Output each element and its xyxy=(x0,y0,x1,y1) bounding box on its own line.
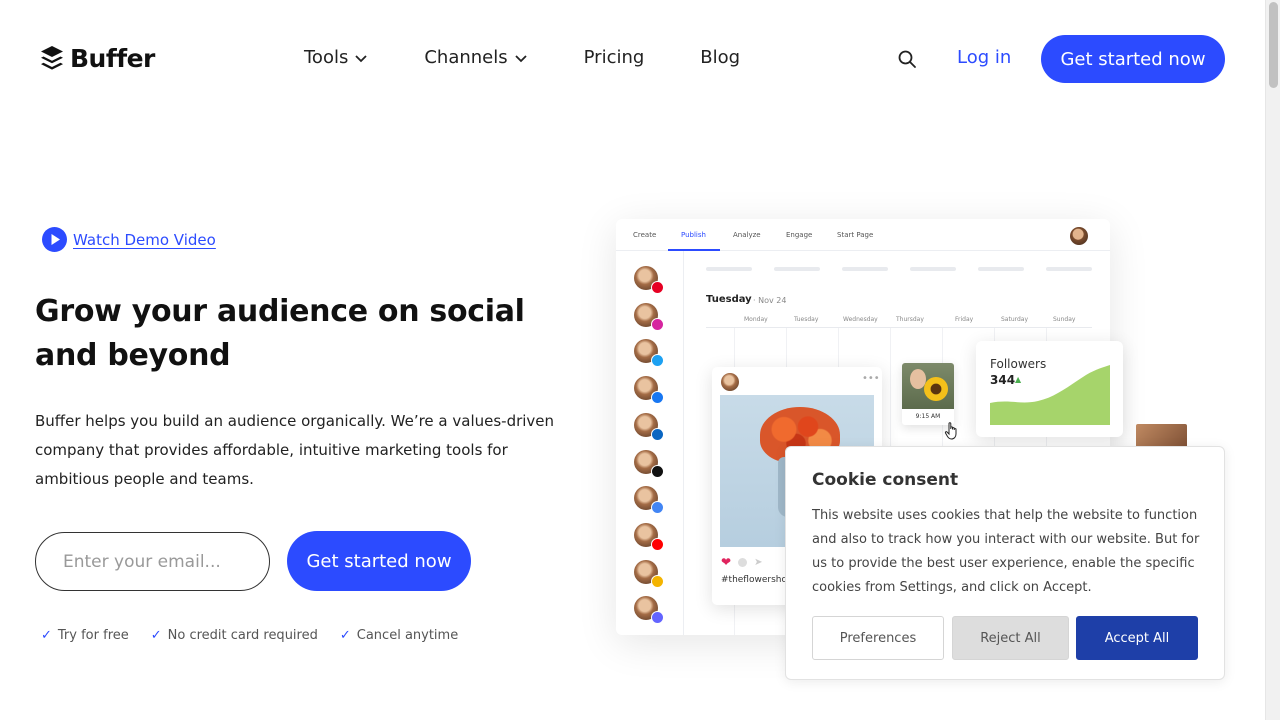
nav-channels-label: Channels xyxy=(424,47,508,68)
cookie-description: This website uses cookies that help the … xyxy=(812,508,1200,595)
header-get-started-button[interactable]: Get started now xyxy=(1041,35,1225,83)
more-icon: ••• xyxy=(862,373,880,384)
perk-item: ✓ Cancel anytime xyxy=(340,628,458,643)
cookie-title: Cookie consent xyxy=(812,470,959,490)
check-icon: ✓ xyxy=(150,628,162,643)
check-icon: ✓ xyxy=(41,628,52,643)
channel-avatar-twitter xyxy=(634,339,664,367)
perks-list: ✓ Try for free ✓ No credit card required… xyxy=(41,628,458,643)
buffer-logo[interactable]: Buffer xyxy=(40,44,155,73)
followers-card: Followers 344 ▲ xyxy=(976,341,1123,437)
channel-avatar-youtube xyxy=(634,523,664,551)
mock-day: Tuesday xyxy=(706,294,752,305)
login-link[interactable]: Log in xyxy=(957,47,1011,68)
comment-icon xyxy=(738,557,748,567)
mock-channel-sidebar xyxy=(616,251,684,635)
chevron-down-icon xyxy=(514,54,527,62)
cookie-preferences-button[interactable]: Preferences xyxy=(812,616,944,660)
play-icon xyxy=(42,227,67,252)
weekday-label: Wednesday xyxy=(843,316,878,323)
followers-count: 344 xyxy=(990,373,1016,387)
start-page-icon xyxy=(651,575,664,588)
perk-label: Cancel anytime xyxy=(356,628,459,643)
nav-blog[interactable]: Blog xyxy=(700,47,740,68)
channel-avatar-mastodon xyxy=(634,596,664,624)
main-nav: Tools Channels Pricing Blog xyxy=(304,47,796,68)
hand-cursor-icon xyxy=(944,422,957,440)
mock-date-value: Nov 24 xyxy=(758,296,787,305)
nav-channels[interactable]: Channels xyxy=(424,47,527,68)
google-business-icon xyxy=(651,501,664,514)
mastodon-icon xyxy=(651,611,664,624)
linkedin-icon xyxy=(651,428,664,441)
perk-label: No credit card required xyxy=(167,628,318,643)
search-icon[interactable] xyxy=(897,49,917,69)
mock-tab-create: Create xyxy=(633,231,657,239)
channel-avatar-start-page xyxy=(634,560,664,588)
post-reactions: ❤ ➤ xyxy=(721,555,762,569)
perk-item: ✓ No credit card required xyxy=(151,628,318,643)
scrollbar-thumb[interactable] xyxy=(1269,2,1278,88)
youtube-icon xyxy=(651,538,664,551)
channel-avatar-tiktok xyxy=(634,450,664,478)
nav-pricing[interactable]: Pricing xyxy=(584,47,645,68)
perk-label: Try for free xyxy=(57,628,129,643)
post-hashtag: #theflowershop xyxy=(721,575,793,585)
mock-tab-engage: Engage xyxy=(786,231,813,239)
perk-item: ✓ Try for free xyxy=(41,628,129,643)
weekday-label: Sunday xyxy=(1053,316,1076,323)
nav-tools-label: Tools xyxy=(304,47,349,68)
sunflower-photo xyxy=(902,363,954,409)
scheduled-post-thumbnail: 9:15 AM xyxy=(902,363,954,425)
channel-avatar-google-business xyxy=(634,486,664,514)
channel-avatar-pinterest xyxy=(634,266,664,294)
pinterest-icon xyxy=(651,281,664,294)
channel-avatar-facebook xyxy=(634,376,664,404)
hero-get-started-button[interactable]: Get started now xyxy=(287,531,471,591)
chevron-down-icon xyxy=(355,54,367,62)
buffer-logo-icon xyxy=(41,45,63,70)
mock-tab-publish: Publish xyxy=(681,231,706,239)
avatar xyxy=(1070,227,1088,245)
share-icon: ➤ xyxy=(754,556,763,568)
site-header: Buffer Tools Channels Pricing Blog Log i… xyxy=(0,0,1265,118)
watch-demo-link[interactable]: Watch Demo Video xyxy=(42,227,216,252)
mock-placeholder-lines xyxy=(706,267,1092,271)
channel-avatar-instagram xyxy=(634,303,664,331)
weekday-label: Tuesday xyxy=(794,316,819,323)
mock-weekday-row: Monday Tuesday Wednesday Thursday Friday… xyxy=(706,316,1092,328)
check-icon: ✓ xyxy=(339,628,351,643)
avatar xyxy=(721,373,739,391)
mock-tab-start-page: Start Page xyxy=(837,231,874,239)
cookie-consent-dialog: Cookie consent This website uses cookies… xyxy=(785,446,1225,680)
trend-up-icon: ▲ xyxy=(1015,375,1022,384)
logo-text: Buffer xyxy=(70,44,155,73)
nav-tools[interactable]: Tools xyxy=(304,47,368,68)
heart-icon: ❤ xyxy=(721,555,732,569)
weekday-label: Monday xyxy=(744,316,768,323)
weekday-label: Friday xyxy=(955,316,974,323)
hero-description: Buffer helps you build an audience organ… xyxy=(35,412,555,488)
tiktok-icon xyxy=(651,465,664,478)
weekday-label: Saturday xyxy=(1001,316,1029,323)
email-input[interactable] xyxy=(35,532,270,591)
cookie-accept-all-button[interactable]: Accept All xyxy=(1076,616,1198,660)
cookie-reject-all-button[interactable]: Reject All xyxy=(952,616,1069,660)
followers-label: Followers xyxy=(990,357,1047,371)
mock-tabs: Create Publish Analyze Engage Start Page xyxy=(616,219,1110,251)
channel-avatar-linkedin xyxy=(634,413,664,441)
mock-tab-analyze: Analyze xyxy=(733,231,761,239)
scheduled-time: 9:15 AM xyxy=(915,413,941,420)
mock-date: · Nov 24 xyxy=(753,296,787,305)
page-scrollbar[interactable] xyxy=(1265,0,1280,720)
instagram-icon xyxy=(651,318,664,331)
facebook-icon xyxy=(651,391,664,404)
hero-headline: Grow your audience on social and beyond xyxy=(35,294,525,373)
watch-demo-label: Watch Demo Video xyxy=(73,230,216,249)
weekday-label: Thursday xyxy=(896,316,924,323)
twitter-icon xyxy=(651,354,664,367)
